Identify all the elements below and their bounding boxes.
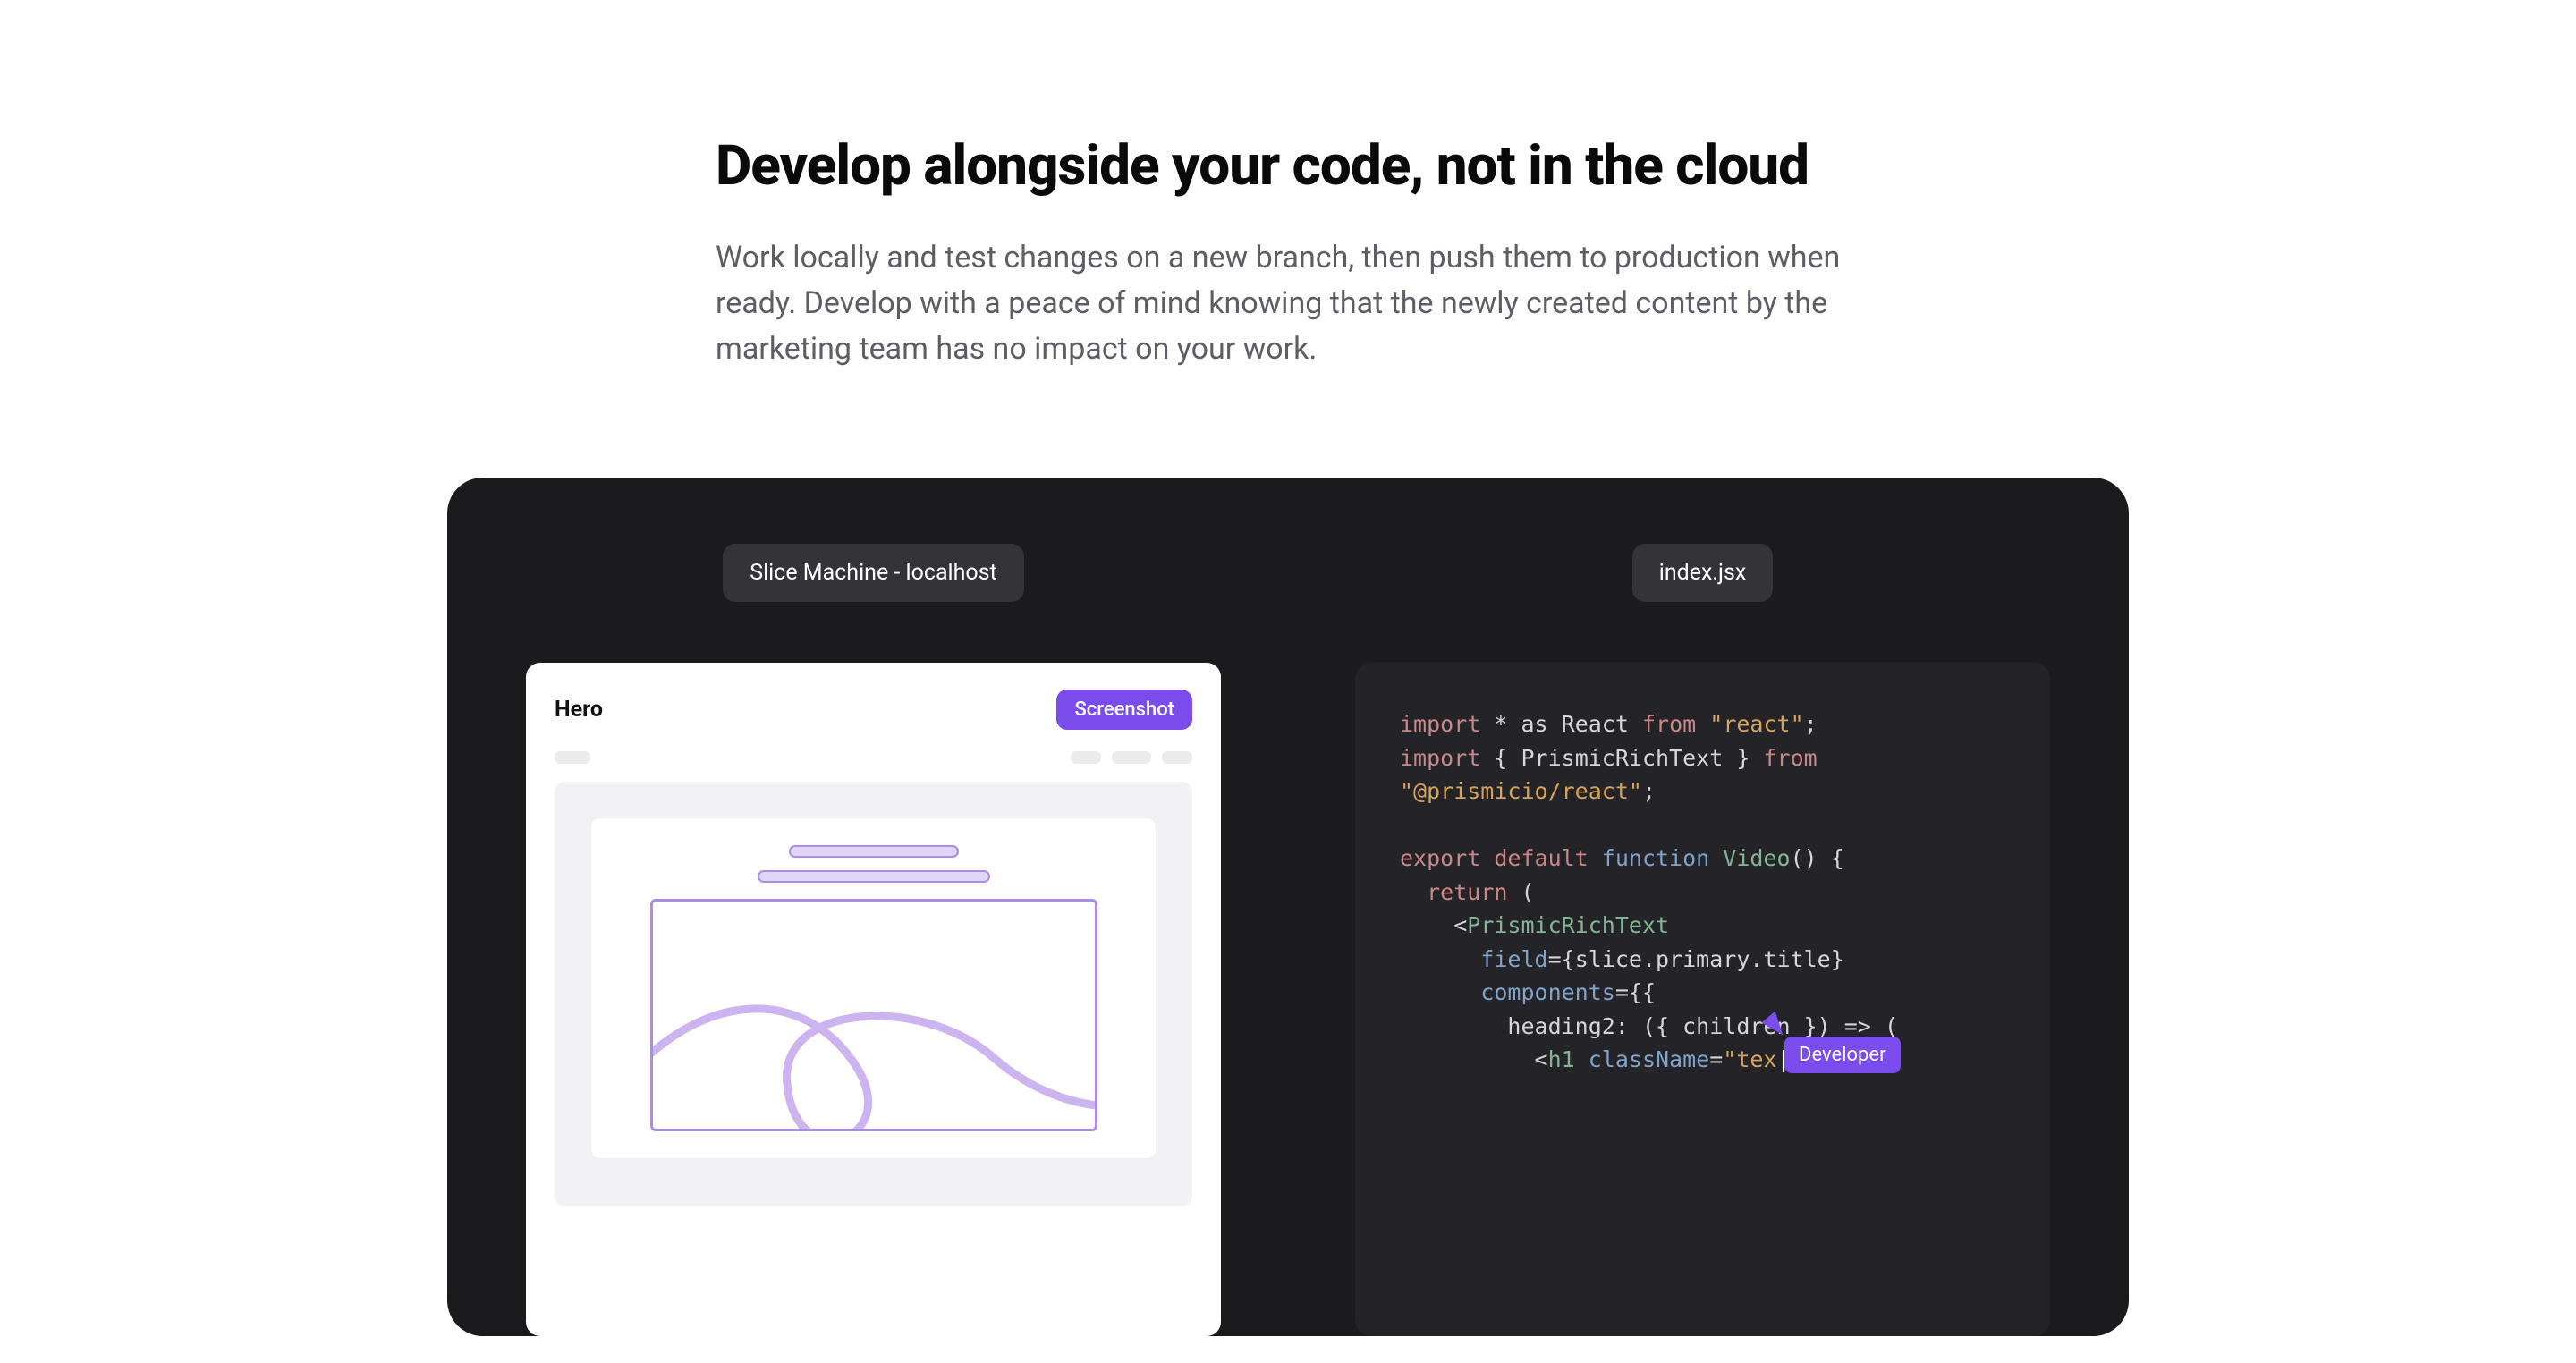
section-heading: Develop alongside your code, not in the … bbox=[716, 134, 1860, 198]
mock-title-line bbox=[789, 845, 959, 858]
code-token: slice.primary.title bbox=[1575, 946, 1831, 972]
code-token: = bbox=[1709, 1046, 1723, 1072]
code-token: React bbox=[1562, 711, 1629, 737]
slice-title: Hero bbox=[555, 697, 603, 723]
code-token: className bbox=[1589, 1046, 1709, 1072]
demo-container: Slice Machine - localhost Hero Screensho… bbox=[447, 478, 2129, 1336]
code-token: { bbox=[1562, 946, 1575, 972]
code-token: heading2 bbox=[1507, 1013, 1614, 1039]
toolbar-placeholder bbox=[555, 751, 1192, 764]
placeholder-pill bbox=[555, 751, 590, 764]
slice-machine-tab: Slice Machine - localhost bbox=[723, 544, 1024, 602]
code-token: "tex bbox=[1723, 1046, 1776, 1072]
mock-subtitle-line bbox=[758, 870, 990, 883]
code-token: h1 bbox=[1548, 1046, 1575, 1072]
code-tab: index.jsx bbox=[1632, 544, 1774, 602]
developer-cursor-label: Developer bbox=[1784, 1037, 1901, 1073]
slice-card: Hero Screenshot bbox=[526, 663, 1221, 1336]
code-token: PrismicRichText bbox=[1521, 745, 1724, 771]
code-token: from bbox=[1763, 745, 1817, 771]
code-token: import bbox=[1400, 745, 1480, 771]
code-token: field bbox=[1480, 946, 1547, 972]
code-token: : bbox=[1615, 1013, 1629, 1039]
code-panel: import * as React from "react"; import {… bbox=[1355, 663, 2050, 1336]
section-subtext: Work locally and test changes on a new b… bbox=[716, 235, 1860, 372]
code-token: from bbox=[1642, 711, 1696, 737]
code-token: ; bbox=[1642, 778, 1656, 804]
swoosh-icon bbox=[650, 950, 1097, 1131]
code-token: () bbox=[1791, 845, 1818, 871]
placeholder-pill bbox=[1112, 751, 1151, 764]
code-token: "@prismicio/react" bbox=[1400, 778, 1642, 804]
code-token: = bbox=[1615, 979, 1629, 1005]
code-token: } bbox=[1736, 745, 1750, 771]
hero-mockup bbox=[590, 817, 1157, 1159]
code-token: components bbox=[1480, 979, 1615, 1005]
screenshot-button[interactable]: Screenshot bbox=[1056, 690, 1192, 730]
code-block: import * as React from "react"; import {… bbox=[1400, 707, 2005, 1077]
code-token: * bbox=[1494, 711, 1507, 737]
code-token: export bbox=[1400, 845, 1480, 871]
code-token: { bbox=[1831, 845, 1844, 871]
code-token: default bbox=[1494, 845, 1588, 871]
code-token: "react" bbox=[1709, 711, 1803, 737]
code-token: = bbox=[1548, 946, 1562, 972]
code-token: ( bbox=[1521, 879, 1534, 905]
code-token: PrismicRichText bbox=[1467, 912, 1669, 938]
code-token: as bbox=[1521, 711, 1548, 737]
placeholder-pill bbox=[1162, 751, 1192, 764]
code-token: { bbox=[1494, 745, 1507, 771]
code-token: Video bbox=[1723, 845, 1790, 871]
slice-machine-column: Slice Machine - localhost Hero Screensho… bbox=[526, 544, 1221, 1336]
placeholder-pill bbox=[1071, 751, 1101, 764]
code-token: < bbox=[1535, 1046, 1548, 1072]
code-token: return bbox=[1427, 879, 1507, 905]
developer-cursor: Developer bbox=[1770, 1012, 1901, 1073]
code-token: ; bbox=[1804, 711, 1818, 737]
code-token: import bbox=[1400, 711, 1480, 737]
mock-image-box bbox=[650, 899, 1097, 1131]
code-column: index.jsx import * as React from "react"… bbox=[1355, 544, 2050, 1336]
code-token: function bbox=[1602, 845, 1709, 871]
code-token: } bbox=[1831, 946, 1844, 972]
slice-preview-area bbox=[555, 782, 1192, 1206]
code-token: < bbox=[1453, 912, 1467, 938]
code-token: {{ bbox=[1629, 979, 1656, 1005]
